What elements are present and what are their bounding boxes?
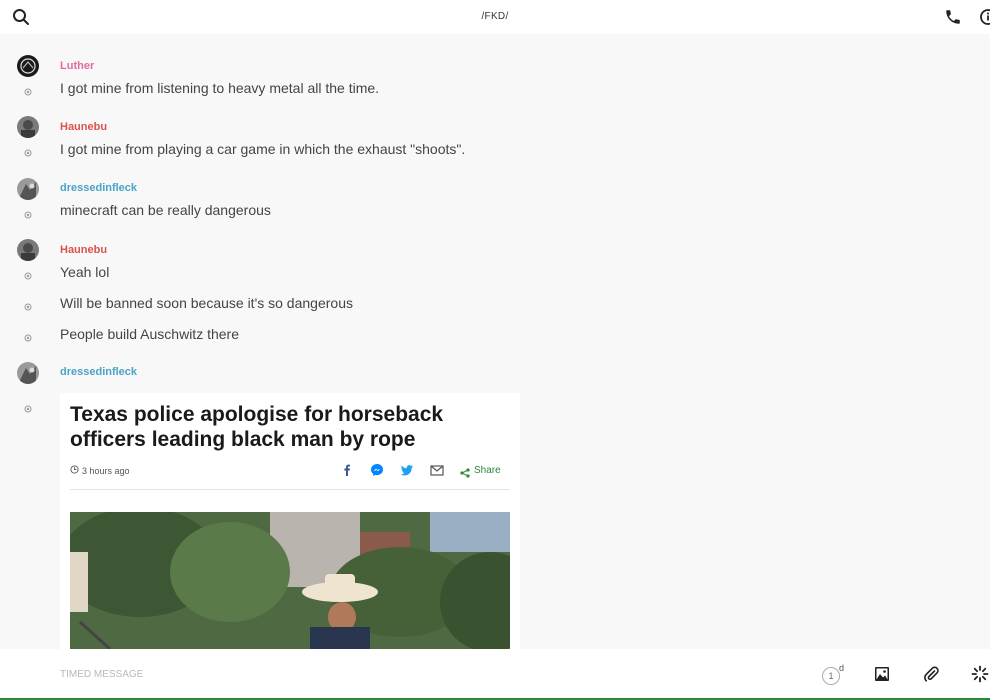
read-status-icon — [24, 400, 32, 413]
messenger-icon — [370, 463, 384, 477]
avatar[interactable] — [17, 55, 39, 77]
read-status-icon — [24, 206, 32, 219]
twitter-icon — [400, 463, 414, 477]
message-text[interactable]: minecraft can be really dangerous — [60, 202, 271, 218]
phone-icon[interactable] — [944, 8, 962, 26]
share-icon — [460, 465, 470, 478]
avatar[interactable] — [17, 239, 39, 261]
message-text[interactable]: Yeah lol — [60, 264, 109, 280]
timed-message-selector[interactable]: 1 d — [822, 663, 846, 685]
message-author[interactable]: dressedinfleck — [60, 182, 137, 194]
message-text[interactable]: Will be banned soon because it's so dang… — [60, 295, 353, 311]
message-text[interactable]: I got mine from listening to heavy metal… — [60, 80, 379, 96]
avatar[interactable] — [17, 116, 39, 138]
composer-bar: 1 d — [0, 649, 990, 700]
message-text[interactable]: I got mine from playing a car game in wh… — [60, 141, 465, 157]
message-list[interactable]: Luther I got mine from listening to heav… — [0, 34, 990, 649]
info-icon[interactable] — [979, 8, 990, 26]
avatar[interactable] — [17, 362, 39, 384]
image-icon[interactable] — [873, 665, 891, 683]
read-status-icon — [24, 267, 32, 280]
read-status-icon — [24, 298, 32, 311]
read-status-icon — [24, 83, 32, 96]
message-author[interactable]: Haunebu — [60, 121, 107, 133]
clock-icon — [70, 465, 79, 476]
article-headline: Texas police apologise for horseback off… — [70, 403, 444, 451]
message-author[interactable]: dressedinfleck — [60, 366, 137, 378]
read-status-icon — [24, 329, 32, 342]
article-screenshot[interactable]: Texas police apologise for horseback off… — [60, 393, 520, 649]
avatar[interactable] — [17, 178, 39, 200]
timer-unit: d — [839, 663, 845, 673]
paperclip-icon[interactable] — [922, 665, 940, 683]
article-timestamp: 3 hours ago — [70, 465, 130, 476]
message-text[interactable]: People build Auschwitz there — [60, 326, 239, 342]
email-icon — [430, 463, 444, 477]
share-label: Share — [474, 464, 501, 476]
article-photo — [60, 507, 520, 649]
conversation-title: /FKD/ — [481, 11, 509, 22]
top-bar: /FKD/ — [0, 0, 990, 34]
read-status-icon — [24, 144, 32, 157]
article-divider — [70, 489, 510, 490]
article-time-label: 3 hours ago — [82, 465, 130, 476]
timer-value: 1 — [822, 667, 840, 685]
share-bar: Share — [340, 463, 501, 478]
message-author[interactable]: Luther — [60, 60, 94, 72]
facebook-icon — [340, 463, 354, 477]
message-input[interactable] — [60, 663, 660, 685]
message-author[interactable]: Haunebu — [60, 244, 107, 256]
spinner-icon — [971, 665, 989, 683]
